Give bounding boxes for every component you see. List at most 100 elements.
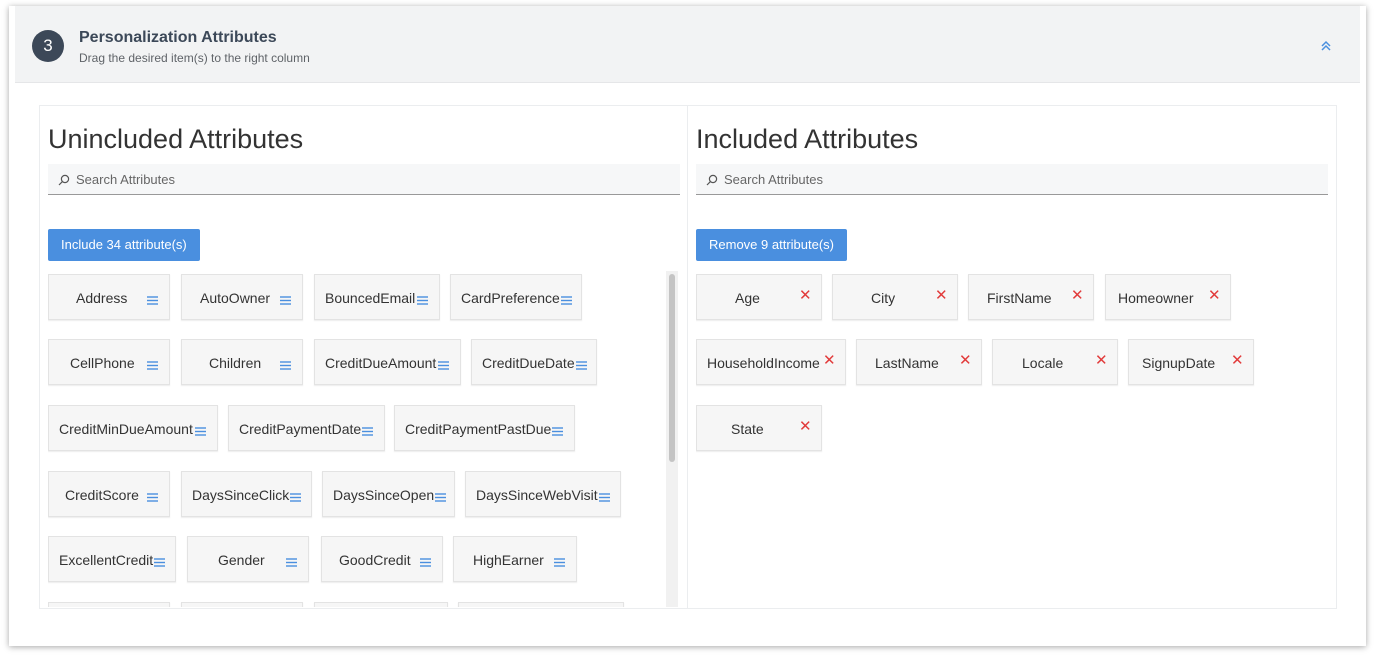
attribute-chip[interactable]: DaysSinceClick bbox=[181, 471, 312, 517]
unincluded-title: Unincluded Attributes bbox=[48, 124, 304, 154]
drag-handle-icon[interactable] bbox=[599, 489, 610, 505]
drag-handle-icon[interactable] bbox=[417, 292, 428, 308]
attribute-chip[interactable]: CreditMinDueAmount bbox=[48, 405, 218, 451]
remove-x-icon[interactable]: ✕ bbox=[1231, 353, 1244, 369]
attribute-chip-label: Age bbox=[735, 290, 760, 306]
included-attribute-chip[interactable]: City ✕ bbox=[832, 274, 958, 320]
remove-x-icon[interactable]: ✕ bbox=[935, 288, 948, 304]
attribute-chip-label: CreditDueDate bbox=[482, 355, 575, 371]
search-icon bbox=[706, 174, 718, 186]
attribute-chip-label: SignupDate bbox=[1142, 355, 1216, 371]
attribute-chip[interactable]: AutoOwner bbox=[181, 274, 303, 320]
included-attribute-chip[interactable]: Locale ✕ bbox=[992, 339, 1118, 385]
search-icon bbox=[58, 174, 70, 186]
remove-x-icon[interactable]: ✕ bbox=[959, 353, 972, 369]
attribute-chip-label: LastName bbox=[875, 355, 939, 371]
section-header[interactable]: 3 Personalization Attributes Drag the de… bbox=[15, 6, 1360, 83]
included-attribute-chip[interactable]: Age ✕ bbox=[696, 274, 822, 320]
remove-x-icon[interactable]: ✕ bbox=[799, 419, 812, 435]
included-attribute-chip[interactable]: FirstName ✕ bbox=[968, 274, 1094, 320]
attribute-chip-label: Children bbox=[209, 355, 262, 371]
personalization-attributes-card: 3 Personalization Attributes Drag the de… bbox=[9, 6, 1366, 646]
remove-attributes-button[interactable]: Remove 9 attribute(s) bbox=[696, 229, 847, 261]
unincluded-scrollbar[interactable] bbox=[666, 271, 678, 607]
included-attribute-chip[interactable]: SignupDate ✕ bbox=[1128, 339, 1254, 385]
drag-handle-icon[interactable] bbox=[561, 292, 572, 308]
drag-handle-icon[interactable] bbox=[290, 489, 301, 505]
attribute-chip[interactable]: Address bbox=[48, 274, 170, 320]
attribute-chip-label: CreditDueAmount bbox=[325, 355, 437, 371]
attribute-chip-label: Address bbox=[76, 290, 128, 306]
attribute-chip-label: GoodCredit bbox=[339, 552, 411, 568]
included-attribute-chip[interactable]: LastName ✕ bbox=[856, 339, 982, 385]
attribute-chip[interactable]: CreditScore bbox=[48, 471, 170, 517]
unincluded-attributes-list[interactable]: Address AutoOwner BouncedEmail CardPreferen… bbox=[48, 271, 674, 607]
remove-x-icon[interactable]: ✕ bbox=[1095, 353, 1108, 369]
included-search-input[interactable] bbox=[724, 164, 1314, 194]
step-number-badge: 3 bbox=[32, 30, 64, 62]
drag-handle-icon[interactable] bbox=[435, 489, 446, 505]
included-attribute-chip[interactable]: State ✕ bbox=[696, 405, 822, 451]
unincluded-attributes-panel: Unincluded Attributes Include 34 attribu… bbox=[39, 105, 689, 609]
remove-x-icon[interactable]: ✕ bbox=[823, 353, 836, 369]
drag-handle-icon[interactable] bbox=[438, 357, 449, 373]
remove-x-icon[interactable]: ✕ bbox=[799, 288, 812, 304]
attribute-chip[interactable]: CreditDueDate bbox=[471, 339, 597, 385]
drag-handle-icon[interactable] bbox=[195, 423, 206, 439]
attribute-chip[interactable]: CardPreference bbox=[450, 274, 582, 320]
attribute-chip-label: HouseholdIncome bbox=[707, 355, 820, 371]
drag-handle-icon[interactable] bbox=[420, 554, 431, 570]
drag-handle-icon[interactable] bbox=[154, 554, 165, 570]
attribute-chip[interactable] bbox=[314, 602, 448, 607]
drag-handle-icon[interactable] bbox=[362, 423, 373, 439]
collapse-chevron-up-icon[interactable] bbox=[1318, 38, 1334, 54]
attribute-chip[interactable]: ExcellentCredit bbox=[48, 536, 176, 582]
attribute-chip-label: Gender bbox=[218, 552, 265, 568]
attribute-chip-label: CreditPaymentDate bbox=[239, 421, 362, 437]
attribute-chip[interactable]: GoodCredit bbox=[321, 536, 443, 582]
attribute-chip-label: ExcellentCredit bbox=[59, 552, 154, 568]
attribute-chip-label: CardPreference bbox=[461, 290, 560, 306]
attribute-chip[interactable]: BouncedEmail bbox=[314, 274, 440, 320]
remove-x-icon[interactable]: ✕ bbox=[1208, 288, 1221, 304]
section-title: Personalization Attributes bbox=[79, 29, 277, 46]
drag-handle-icon[interactable] bbox=[554, 554, 565, 570]
attribute-chip[interactable]: DaysSinceOpen bbox=[322, 471, 455, 517]
attribute-chip[interactable]: Gender bbox=[187, 536, 309, 582]
attribute-chip-label: DaysSinceOpen bbox=[333, 487, 435, 503]
drag-handle-icon[interactable] bbox=[147, 357, 158, 373]
attribute-chip[interactable]: CreditDueAmount bbox=[314, 339, 461, 385]
attribute-chip[interactable]: CellPhone bbox=[48, 339, 170, 385]
include-attributes-button[interactable]: Include 34 attribute(s) bbox=[48, 229, 200, 261]
attribute-chip-label: DaysSinceClick bbox=[192, 487, 290, 503]
drag-handle-icon[interactable] bbox=[147, 292, 158, 308]
attribute-chip-label: DaysSinceWebVisit bbox=[476, 487, 598, 503]
drag-handle-icon[interactable] bbox=[280, 292, 291, 308]
included-attribute-chip[interactable]: Homeowner ✕ bbox=[1105, 274, 1231, 320]
drag-handle-icon[interactable] bbox=[286, 554, 297, 570]
unincluded-search-input[interactable] bbox=[76, 164, 666, 194]
attribute-chip[interactable] bbox=[181, 602, 303, 607]
scrollbar-thumb[interactable] bbox=[669, 274, 675, 462]
attribute-chip[interactable] bbox=[48, 602, 170, 607]
attribute-chip-label: CreditMinDueAmount bbox=[59, 421, 193, 437]
included-attributes-list[interactable]: Age ✕ City ✕ FirstName ✕ Homeowner ✕ HouseholdIn… bbox=[696, 271, 1322, 607]
attribute-chip[interactable]: CreditPaymentDate bbox=[228, 405, 385, 451]
attribute-chip-label: HighEarner bbox=[473, 552, 544, 568]
attribute-chip[interactable]: CreditPaymentPastDue bbox=[394, 405, 575, 451]
remove-x-icon[interactable]: ✕ bbox=[1071, 288, 1084, 304]
included-attribute-chip[interactable]: HouseholdIncome ✕ bbox=[696, 339, 846, 385]
drag-handle-icon[interactable] bbox=[576, 357, 587, 373]
attribute-chip[interactable]: Children bbox=[181, 339, 303, 385]
unincluded-search-box bbox=[48, 164, 680, 195]
included-title: Included Attributes bbox=[696, 124, 919, 154]
attribute-columns: Unincluded Attributes Include 34 attribu… bbox=[39, 105, 1337, 609]
drag-handle-icon[interactable] bbox=[280, 357, 291, 373]
drag-handle-icon[interactable] bbox=[552, 423, 563, 439]
attribute-chip-label: CellPhone bbox=[70, 355, 135, 371]
attribute-chip[interactable]: HighEarner bbox=[453, 536, 577, 582]
attribute-chip-label: Homeowner bbox=[1118, 290, 1194, 306]
attribute-chip[interactable] bbox=[458, 602, 624, 607]
drag-handle-icon[interactable] bbox=[147, 489, 158, 505]
attribute-chip[interactable]: DaysSinceWebVisit bbox=[465, 471, 621, 517]
